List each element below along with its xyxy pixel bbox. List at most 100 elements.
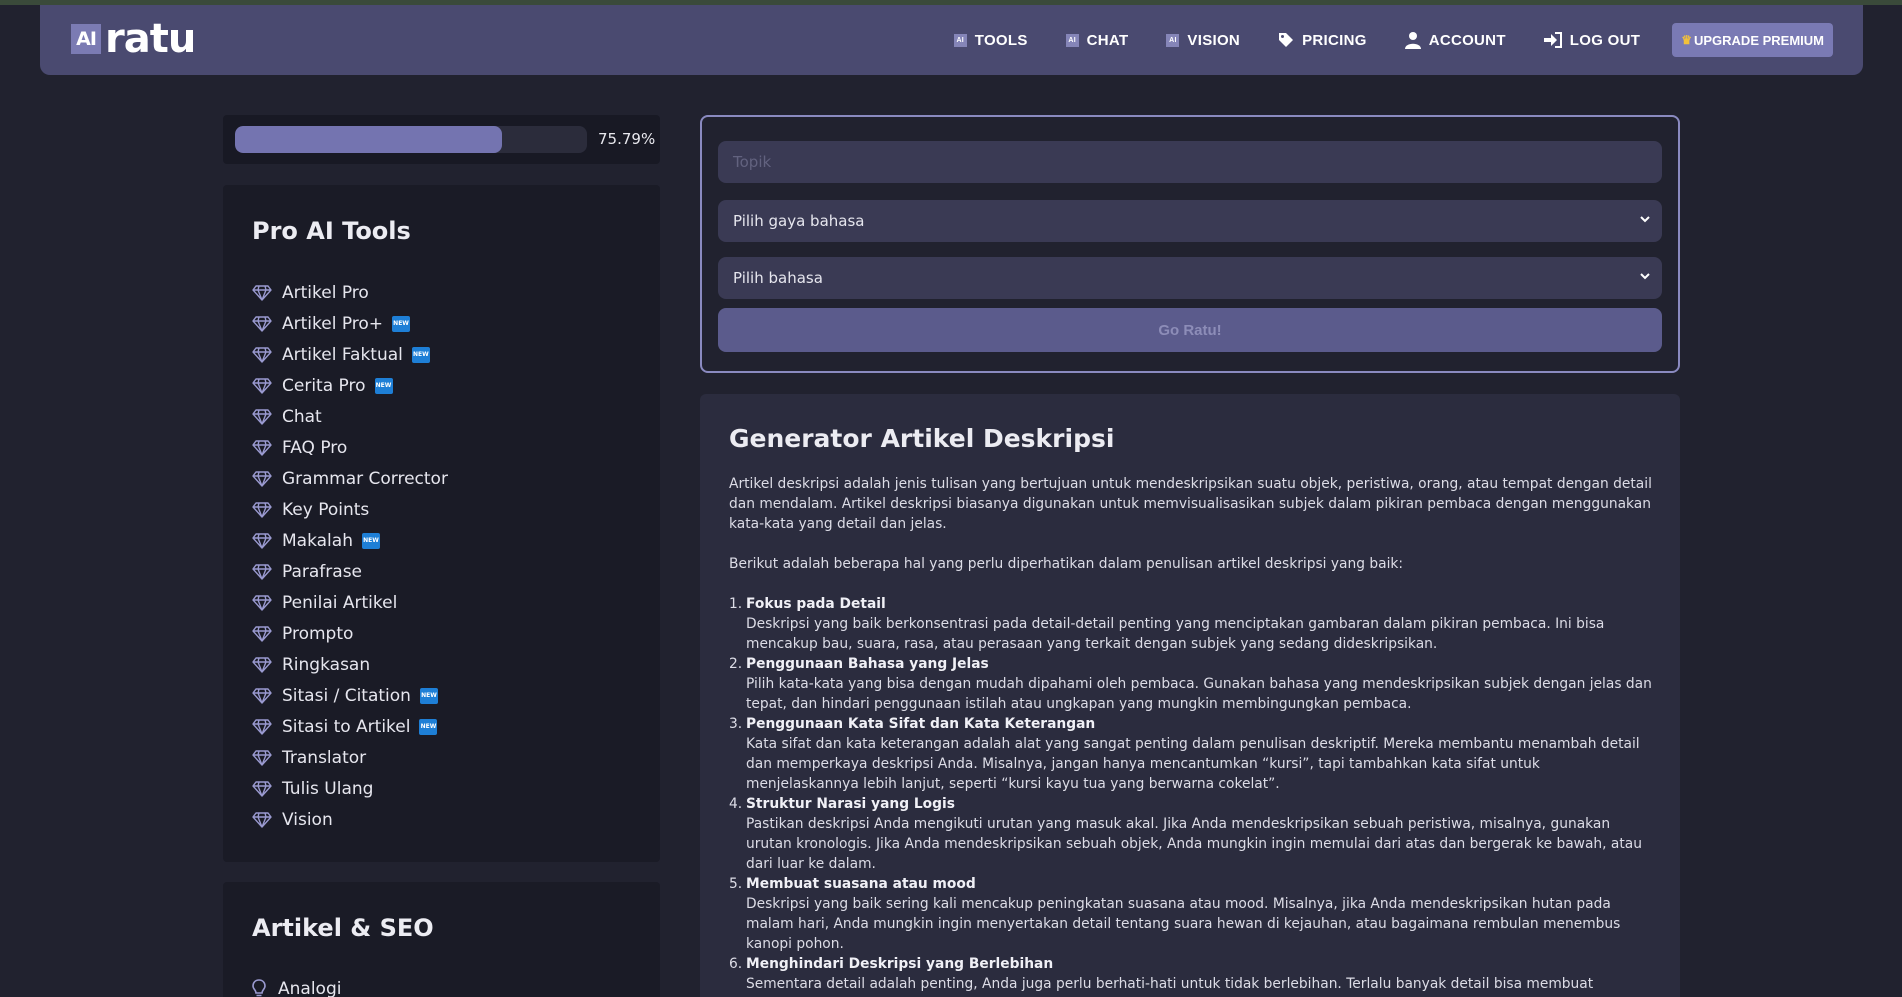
sidebar-item-label: Ringkasan [282, 654, 371, 675]
new-badge-icon: NEW [411, 346, 430, 363]
sidebar-item-tool[interactable]: Key Points [252, 494, 448, 525]
sidebar-item-tool[interactable]: Translator [252, 742, 448, 773]
sidebar-item-tool[interactable]: Penilai Artikel [252, 587, 448, 618]
sidebar-item-tool[interactable]: Tulis Ulang [252, 773, 448, 804]
nav-logout[interactable]: LOG OUT [1543, 32, 1640, 49]
diamond-icon [252, 501, 272, 518]
ai-icon: AI [953, 33, 967, 47]
ai-icon: AI [1166, 33, 1180, 47]
panel-title: Artikel & SEO [252, 914, 434, 942]
topic-input[interactable]: Topik [718, 141, 1662, 183]
upgrade-premium-button[interactable]: ♛ UPGRADE PREMIUM [1672, 23, 1833, 57]
sidebar-item-label: Artikel Faktual [282, 344, 403, 365]
chevron-down-icon [1640, 273, 1650, 280]
logo[interactable]: AI ratu [71, 16, 196, 62]
point-title: Membuat suasana atau mood [746, 876, 976, 892]
diamond-icon [252, 470, 272, 487]
upgrade-label: UPGRADE PREMIUM [1693, 32, 1824, 48]
sidebar-item-tool[interactable]: Sitasi / Citation NEW [252, 680, 448, 711]
point-text: Kata sifat dan kata keterangan adalah al… [746, 736, 1640, 792]
diamond-icon [252, 780, 272, 797]
diamond-icon [252, 811, 272, 828]
logo-text: ratu [105, 16, 196, 62]
point-title: Penggunaan Bahasa yang Jelas [746, 656, 989, 672]
point-title: Menghindari Deskripsi yang Berlebihan [746, 956, 1054, 972]
diamond-icon [252, 594, 272, 611]
crown-icon: ♛ [1681, 33, 1692, 47]
diamond-icon [252, 532, 272, 549]
sidebar-item-tool[interactable]: Cerita Pro NEW [252, 370, 448, 401]
sidebar-item-tool[interactable]: Grammar Corrector [252, 463, 448, 494]
navbar: AI ratu AI TOOLS AI CHAT AI VISION PRICI… [40, 5, 1863, 75]
new-badge-icon: NEW [419, 687, 438, 704]
sidebar-item-label: Grammar Corrector [282, 468, 448, 489]
article-title: Generator Artikel Deskripsi [729, 424, 1115, 453]
sidebar-item-tool[interactable]: Chat [252, 401, 448, 432]
sidebar-item-label: Artikel Pro+ [282, 313, 384, 334]
usage-progress: 75.79% [223, 115, 660, 164]
nav-chat[interactable]: AI CHAT [1065, 31, 1129, 49]
sidebar-item-tool[interactable]: Sitasi to Artikel NEW [252, 711, 448, 742]
nav-vision[interactable]: AI VISION [1166, 32, 1240, 49]
nav-chat-label: CHAT [1086, 31, 1129, 49]
point-text: Sementara detail adalah penting, Anda ju… [746, 976, 1594, 997]
sidebar-item-label: Prompto [282, 623, 354, 644]
sidebar-item-tool[interactable]: Prompto [252, 618, 448, 649]
generator-form: Topik Pilih gaya bahasa Pilih bahasa Go … [700, 115, 1680, 373]
list-item: 6. Menghindari Deskripsi yang Berlebihan S… [729, 954, 1654, 997]
new-badge-icon: NEW [392, 315, 411, 332]
sidebar-item-label: Key Points [282, 499, 370, 520]
article-body: Artikel deskripsi adalah jenis tulisan y… [729, 474, 1654, 997]
sidebar-item-tool[interactable]: Parafrase [252, 556, 448, 587]
diamond-icon [252, 625, 272, 642]
list-item: 1. Fokus pada Detail Deskripsi yang baik b… [729, 594, 1654, 654]
progress-percent: 75.79% [598, 130, 656, 148]
logo-box: AI [71, 24, 101, 54]
sidebar-item-tool[interactable]: Makalah NEW [252, 525, 448, 556]
diamond-icon [252, 749, 272, 766]
diamond-icon [252, 284, 272, 301]
article-points: 1. Fokus pada Detail Deskripsi yang baik b… [729, 594, 1654, 997]
nav-account-label: ACCOUNT [1428, 31, 1506, 49]
nav-pricing-label: PRICING [1302, 31, 1367, 49]
artikel-seo-panel: Artikel & SEO Analogi [223, 882, 660, 997]
nav-tools[interactable]: AI TOOLS [953, 32, 1028, 49]
sidebar-item-tool[interactable]: Artikel Pro [252, 277, 448, 308]
nav-menu: AI TOOLS AI CHAT AI VISION PRICING ACCOU… [916, 5, 1833, 75]
sidebar-item-tool[interactable]: Ringkasan [252, 649, 448, 680]
point-text: Deskripsi yang baik berkonsentrasi pada … [746, 616, 1605, 652]
list-number: 2. [729, 656, 743, 672]
sidebar-item-tool[interactable]: Artikel Faktual NEW [252, 339, 448, 370]
topic-placeholder: Topik [733, 153, 772, 171]
list-item: 2. Penggunaan Bahasa yang Jelas Pilih kata… [729, 654, 1654, 714]
diamond-icon [252, 687, 272, 704]
nav-vision-label: VISION [1187, 31, 1241, 49]
new-badge-icon: NEW [374, 377, 393, 394]
sidebar-item-label: Translator [282, 747, 367, 768]
go-ratu-button[interactable]: Go Ratu! [718, 308, 1662, 352]
sidebar-item-label: Parafrase [282, 561, 363, 582]
point-title: Fokus pada Detail [746, 596, 886, 612]
sidebar-item-label: Analogi [278, 979, 342, 997]
point-title: Penggunaan Kata Sifat dan Kata Keteranga… [746, 716, 1096, 732]
sidebar-item-label: Vision [282, 809, 333, 830]
sidebar-item-tool[interactable]: Vision [252, 804, 448, 835]
list-number: 3. [729, 716, 743, 732]
list-number: 1. [729, 596, 743, 612]
logout-icon [1543, 32, 1562, 48]
new-badge-icon: NEW [361, 532, 380, 549]
lightbulb-icon [252, 979, 268, 997]
language-select[interactable]: Pilih bahasa [718, 257, 1662, 299]
diamond-icon [252, 563, 272, 580]
sidebar-item-label: Artikel Pro [282, 282, 369, 303]
sidebar-item-tool[interactable]: Artikel Pro+ NEW [252, 308, 448, 339]
language-style-select[interactable]: Pilih gaya bahasa [718, 200, 1662, 242]
progress-track [235, 126, 587, 153]
sidebar-item-label: Penilai Artikel [282, 592, 398, 613]
sidebar-item-tool[interactable]: FAQ Pro [252, 432, 448, 463]
nav-account[interactable]: ACCOUNT [1404, 31, 1506, 49]
nav-pricing[interactable]: PRICING [1278, 32, 1367, 49]
list-number: 6. [729, 956, 743, 972]
sidebar-item-analogi[interactable]: Analogi [252, 979, 341, 997]
diamond-icon [252, 377, 272, 394]
